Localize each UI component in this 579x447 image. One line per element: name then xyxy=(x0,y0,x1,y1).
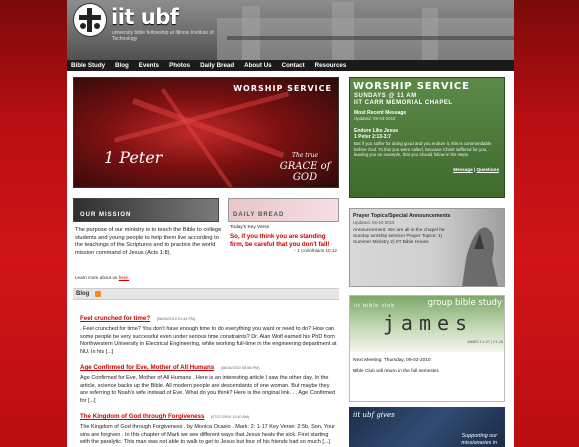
nav-contact[interactable]: Contact xyxy=(282,62,305,69)
prayer-topics-box: Prayer Topics/Special Announcements Upda… xyxy=(349,208,505,287)
post-date: (07/27/2010 11:40 AM) xyxy=(210,415,250,419)
verse-label: Today's Key Verse xyxy=(230,225,270,230)
nav-events[interactable]: Events xyxy=(139,62,159,69)
message-heading: Endure Like Jesus 1 Peter 2:13-3:7 xyxy=(354,128,398,140)
gives-subtitle: Supporting our missionaries in xyxy=(461,433,497,446)
ubf-gives-banner[interactable]: iit ubf gives Supporting our missionarie… xyxy=(349,407,505,447)
gives-subtitle-line: missionaries in xyxy=(461,439,497,446)
daily-bread-header-image[interactable]: DAILY BREAD xyxy=(228,198,339,222)
banner-grace-small: The true xyxy=(291,152,319,159)
left-column: WORSHIP SERVICE 1 Peter The true GRACE o… xyxy=(73,77,339,447)
message-links: Message | Questions xyxy=(453,167,499,172)
bible-club-label: iit bible club xyxy=(354,303,396,309)
worship-time: SUNDAYS @ 11 AM xyxy=(354,93,417,99)
nav-blog[interactable]: Blog xyxy=(115,62,129,69)
message-reference: 1 Peter 2:13-3:7 xyxy=(354,134,391,140)
recent-message-updated: Updated: 08-24-2010 xyxy=(354,116,396,121)
verse-text: So, if you think you are standing firm, … xyxy=(230,233,330,248)
worship-box-title: WORSHIP SERVICE xyxy=(353,81,470,92)
gives-title: iit ubf gives xyxy=(353,411,395,419)
bible-club-banner: iit bible club group bible study james J… xyxy=(350,296,504,352)
post-body: . Feel crunched for time? You don't have… xyxy=(80,326,337,355)
nav-daily-bread[interactable]: Daily Bread xyxy=(200,62,234,69)
post-title-link[interactable]: Feel crunched for time? xyxy=(80,315,150,322)
blog-label: Blog xyxy=(76,291,90,297)
building-tower xyxy=(242,6,260,60)
message-link[interactable]: Message xyxy=(453,167,472,172)
group-study-label: group bible study xyxy=(427,298,502,308)
blog-post: The Kingdom of God through Forgiveness (… xyxy=(80,405,338,447)
club-return-note: Bible Club will return in the fall semes… xyxy=(353,369,440,374)
banner-streak xyxy=(114,91,290,143)
blog-post: Age Confirmed for Eve, Mother of All Hum… xyxy=(80,356,338,405)
banner-title: WORSHIP SERVICE xyxy=(233,84,332,93)
nav-resources[interactable]: Resources xyxy=(315,62,347,69)
worship-service-box: WORSHIP SERVICE SUNDAYS @ 11 AM IIT CARR… xyxy=(349,77,505,198)
next-meeting: Next Meeting: Thursday, 09-02-2010 xyxy=(353,358,431,363)
mission-header-image[interactable]: OUR MISSION xyxy=(73,198,219,222)
mission-text: The purpose of our ministry is to teach … xyxy=(75,227,222,256)
study-book-sub: JAMES 1:1-27 | 2:1-26 xyxy=(466,340,503,344)
site-header: iit ubf university bible fellowship at I… xyxy=(67,0,514,60)
main-nav: Bible Study Blog Events Photos Daily Bre… xyxy=(67,60,514,71)
banner-grace: The true GRACE of GOD xyxy=(274,150,336,183)
post-date: (08/26/2010 01:44 PM) xyxy=(156,317,196,321)
banner-streak xyxy=(160,88,233,187)
learn-more-text: Learn more about us xyxy=(75,275,118,280)
daily-bread-header-label: DAILY BREAD xyxy=(233,212,285,218)
nav-about-us[interactable]: About Us xyxy=(244,62,272,69)
banner-grace-main: GRACE of GOD xyxy=(279,161,331,183)
right-column: WORSHIP SERVICE SUNDAYS @ 11 AM IIT CARR… xyxy=(349,77,505,447)
prayer-title: Prayer Topics/Special Announcements xyxy=(353,213,451,219)
post-title-link[interactable]: Age Confirmed for Eve, Mother of All Hum… xyxy=(80,364,214,371)
nav-bible-study[interactable]: Bible Study xyxy=(71,62,105,69)
blog-post: Feel crunched for time? (08/26/2010 01:4… xyxy=(80,307,338,356)
learn-more: Learn more about us here. xyxy=(75,275,129,280)
site-tagline: university bible fellowship at Illinois … xyxy=(112,30,214,42)
site-logo-text[interactable]: iit ubf xyxy=(111,5,179,29)
verse-reference: - 1 Corinthians 10:12 xyxy=(294,248,337,253)
logo-icon[interactable] xyxy=(74,4,106,36)
blog-header-bar: Blog xyxy=(73,288,339,300)
prayer-body: Announcement: We are all in the chapel f… xyxy=(353,228,445,245)
link-separator: | xyxy=(473,167,476,172)
nav-photos[interactable]: Photos xyxy=(169,62,190,69)
post-title-link[interactable]: The Kingdom of God through Forgiveness xyxy=(80,413,204,420)
post-date: (08/24/2010 08:56 PM) xyxy=(220,366,260,370)
building-tower xyxy=(422,8,438,60)
banner-book: 1 Peter xyxy=(104,148,163,167)
study-book-title: james xyxy=(382,311,474,335)
mission-header-label: OUR MISSION xyxy=(80,212,132,218)
worship-banner[interactable]: WORSHIP SERVICE 1 Peter The true GRACE o… xyxy=(73,77,339,188)
message-excerpt: But if you suffer for doing good and you… xyxy=(354,141,492,158)
building-ledge xyxy=(227,36,514,40)
questions-link[interactable]: Questions xyxy=(477,167,499,172)
page: iit ubf university bible fellowship at I… xyxy=(67,0,514,447)
praying-hands-icon xyxy=(462,227,498,286)
bible-club-box[interactable]: iit bible club group bible study james J… xyxy=(349,295,505,402)
rss-icon[interactable] xyxy=(95,291,101,297)
gives-subtitle-line: Supporting our xyxy=(461,433,497,439)
post-body: The Kingdom of God through Forgiveness .… xyxy=(80,424,335,446)
worship-location: IIT CARR MEMORIAL CHAPEL xyxy=(354,100,453,106)
learn-more-link[interactable]: here. xyxy=(119,275,129,280)
prayer-updated: Updated: 06-10-2010 xyxy=(353,220,395,225)
post-body: Age Confirmed for Eve, Mother of All Hum… xyxy=(80,375,336,404)
building-tower xyxy=(332,2,354,60)
